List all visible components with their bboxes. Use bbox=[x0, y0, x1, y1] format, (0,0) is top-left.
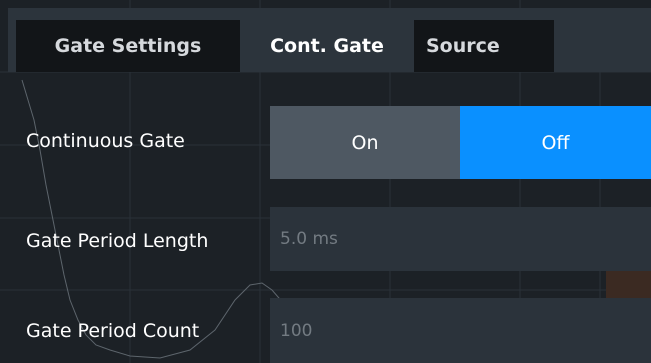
tab-bar: Gate Settings Cont. Gate Source bbox=[8, 8, 651, 72]
tab-source[interactable]: Source bbox=[414, 20, 554, 72]
continuous-gate-on-button[interactable]: On bbox=[270, 106, 460, 179]
continuous-gate-label: Continuous Gate bbox=[26, 130, 185, 152]
gate-period-count-label: Gate Period Count bbox=[26, 320, 200, 342]
continuous-gate-off-button[interactable]: Off bbox=[460, 106, 651, 179]
gate-period-count-field[interactable]: 100 bbox=[270, 298, 651, 363]
tab-cont-gate[interactable]: Cont. Gate bbox=[242, 20, 412, 72]
gate-period-length-label: Gate Period Length bbox=[26, 230, 209, 252]
continuous-gate-toggle: On Off bbox=[270, 106, 651, 179]
tab-gate-settings[interactable]: Gate Settings bbox=[16, 20, 240, 72]
gate-period-length-field[interactable]: 5.0 ms bbox=[270, 207, 651, 271]
